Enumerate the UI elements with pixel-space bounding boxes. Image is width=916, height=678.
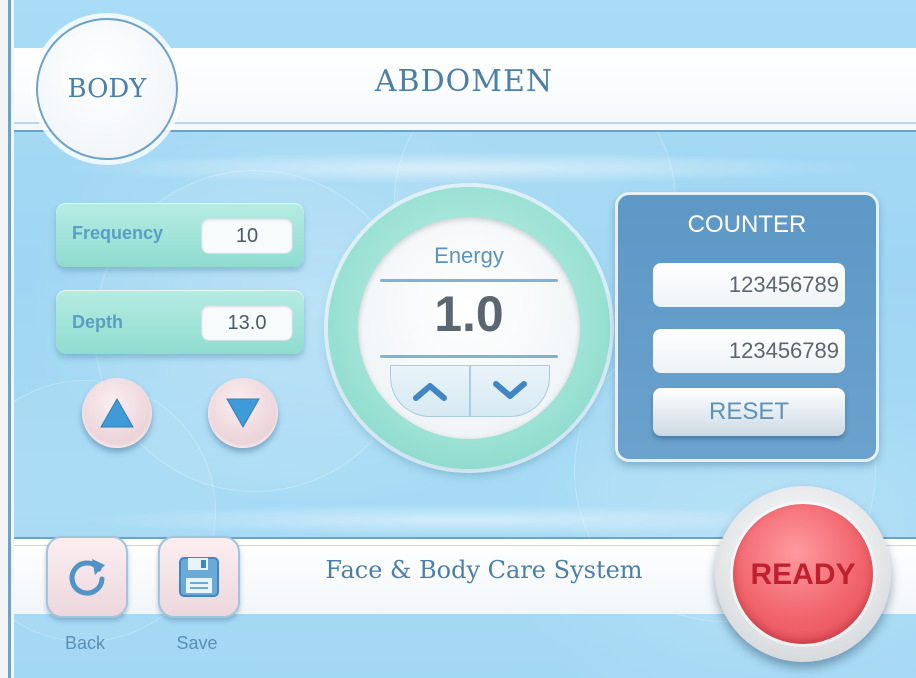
reset-button[interactable]: RESET	[653, 388, 845, 436]
triangle-down-icon	[226, 398, 260, 429]
divider	[380, 355, 558, 358]
mode-label: BODY	[67, 74, 147, 104]
divider	[380, 279, 558, 282]
depth-label: Depth	[72, 312, 123, 332]
frequency-label: Frequency	[72, 223, 164, 243]
energy-decrease-button[interactable]	[470, 365, 550, 417]
increase-button[interactable]	[82, 378, 152, 448]
frequency-field[interactable]: 10	[201, 218, 293, 254]
back-button[interactable]	[46, 536, 128, 618]
energy-label: Energy	[434, 243, 504, 268]
back-label: Back	[64, 633, 106, 653]
triangle-up-icon	[100, 397, 134, 428]
header-glow	[14, 148, 916, 188]
energy-increase-button[interactable]	[390, 365, 470, 417]
decrease-button[interactable]	[208, 378, 278, 448]
chevron-up-icon	[413, 383, 447, 401]
counter-panel: COUNTER 123456789 123456789 RESET	[615, 192, 879, 462]
energy-dial: Energy 1.0	[358, 217, 580, 439]
counter-value-field: 123456789	[653, 263, 845, 307]
control-screen: ABDOMEN BODY Frequency 10 Depth 13.0 Ene…	[14, 0, 916, 678]
left-edge	[0, 0, 14, 678]
counter-value-field: 123456789	[653, 329, 845, 373]
ready-button[interactable]: READY	[733, 504, 873, 644]
frequency-panel: Frequency 10	[56, 203, 304, 267]
chevron-down-icon	[493, 381, 527, 399]
depth-panel: Depth 13.0	[56, 290, 304, 354]
page-title: ABDOMEN	[374, 64, 554, 99]
energy-value: 1.0	[434, 286, 504, 342]
refresh-icon	[69, 559, 105, 596]
system-name: Face & Body Care System	[325, 556, 643, 584]
depth-field[interactable]: 13.0	[201, 305, 293, 341]
save-label: Save	[176, 633, 218, 653]
save-button[interactable]	[158, 536, 240, 618]
floppy-disk-icon	[179, 557, 219, 597]
ready-label: READY	[750, 558, 856, 591]
mode-badge[interactable]: BODY	[36, 18, 178, 160]
counter-title: COUNTER	[687, 211, 807, 238]
